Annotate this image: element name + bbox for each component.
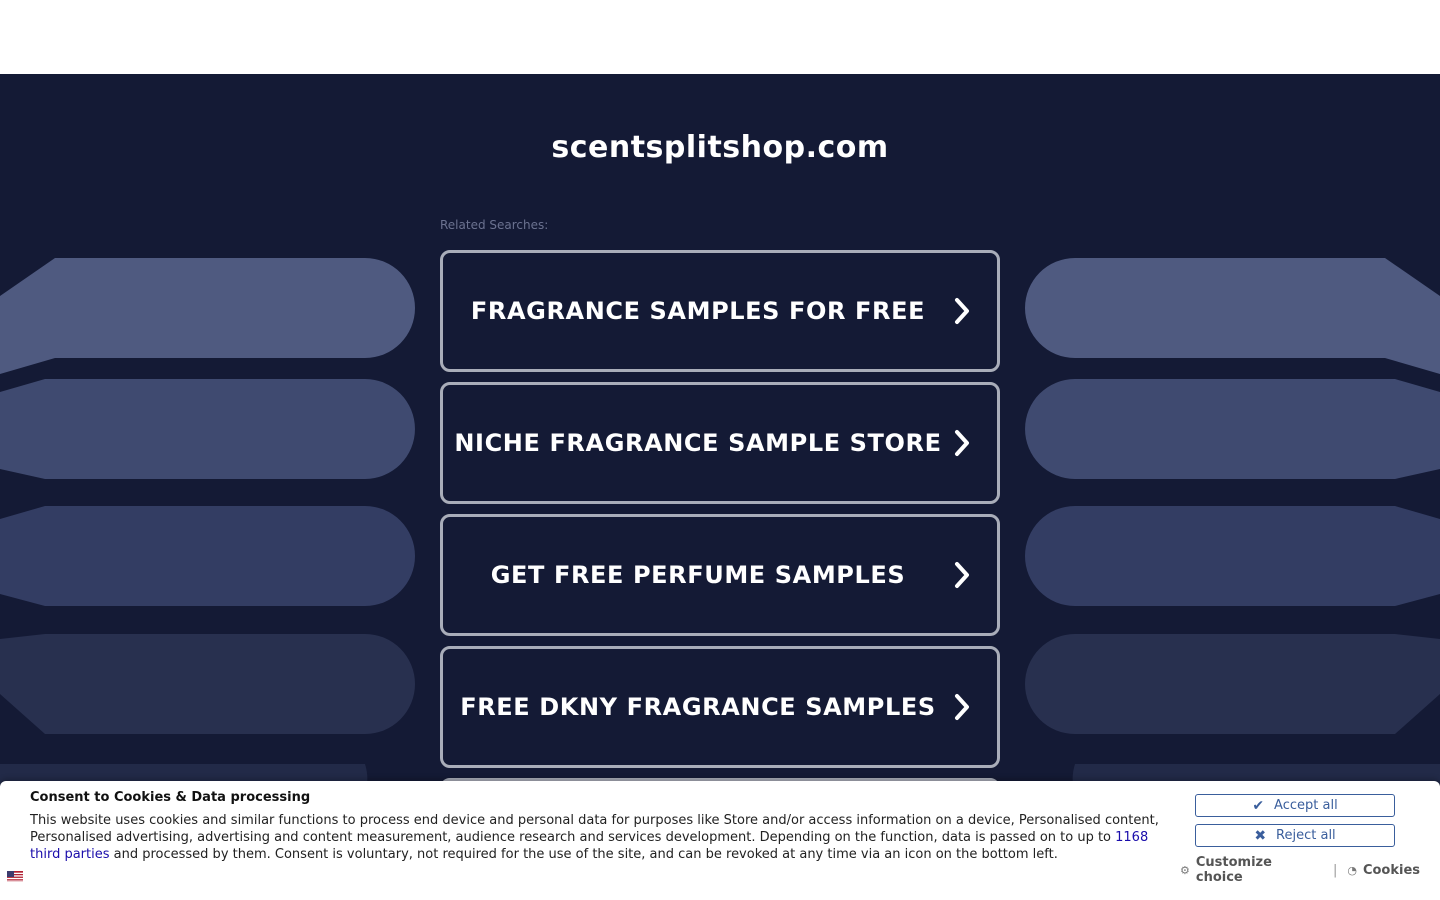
related-search-button-1[interactable]: FRAGRANCE SAMPLES FOR FREE	[440, 250, 1000, 372]
consent-text-before: This website uses cookies and similar fu…	[30, 813, 1159, 845]
related-searches-label: Related Searches:	[440, 218, 549, 232]
related-search-button-4[interactable]: FREE DKNY FRAGRANCE SAMPLES	[440, 646, 1000, 768]
chevron-right-icon	[955, 694, 969, 720]
related-search-label: FREE DKNY FRAGRANCE SAMPLES	[460, 693, 936, 721]
chevron-right-icon	[955, 298, 969, 324]
gear-icon: ⚙	[1180, 863, 1190, 877]
parked-domain-page: scentsplitshop.com Related Searches: FRA…	[0, 74, 1440, 900]
customize-choice-label: Customize choice	[1195, 855, 1272, 885]
reject-all-label: Reject all	[1276, 828, 1336, 843]
related-search-button-2[interactable]: NICHE FRAGRANCE SAMPLE STORE	[440, 382, 1000, 504]
accept-all-button[interactable]: ✔ Accept all	[1195, 794, 1395, 817]
consent-secondary-links: ⚙ Customize choice | ◔ Cookies	[1180, 855, 1420, 885]
related-search-label: GET FREE PERFUME SAMPLES	[490, 561, 906, 589]
close-icon: ✖	[1254, 827, 1267, 844]
cookies-link[interactable]: ◔ Cookies	[1347, 863, 1420, 878]
domain-title: scentsplitshop.com	[551, 130, 889, 165]
consent-title: Consent to Cookies & Data processing	[30, 790, 311, 805]
cookie-icon: ◔	[1347, 863, 1357, 877]
related-search-label: FRAGRANCE SAMPLES FOR FREE	[470, 297, 926, 325]
customize-choice-link[interactable]: ⚙ Customize choice	[1180, 855, 1323, 885]
link-separator: |	[1332, 862, 1338, 878]
cookie-consent-banner: Consent to Cookies & Data processing Thi…	[0, 781, 1440, 900]
chevron-right-icon	[955, 562, 969, 588]
reject-all-button[interactable]: ✖ Reject all	[1195, 824, 1395, 847]
cookies-label: Cookies	[1362, 862, 1420, 878]
checkmark-icon: ✔	[1252, 797, 1265, 814]
consent-description: This website uses cookies and similar fu…	[30, 812, 1165, 863]
related-search-label: NICHE FRAGRANCE SAMPLE STORE	[454, 429, 942, 457]
related-search-button-3[interactable]: GET FREE PERFUME SAMPLES	[440, 514, 1000, 636]
accept-all-label: Accept all	[1274, 798, 1338, 813]
us-flag-icon[interactable]	[7, 871, 23, 882]
chevron-right-icon	[955, 430, 969, 456]
consent-text-after: and processed by them. Consent is volunt…	[109, 847, 1058, 862]
top-white-bar	[0, 0, 1440, 74]
